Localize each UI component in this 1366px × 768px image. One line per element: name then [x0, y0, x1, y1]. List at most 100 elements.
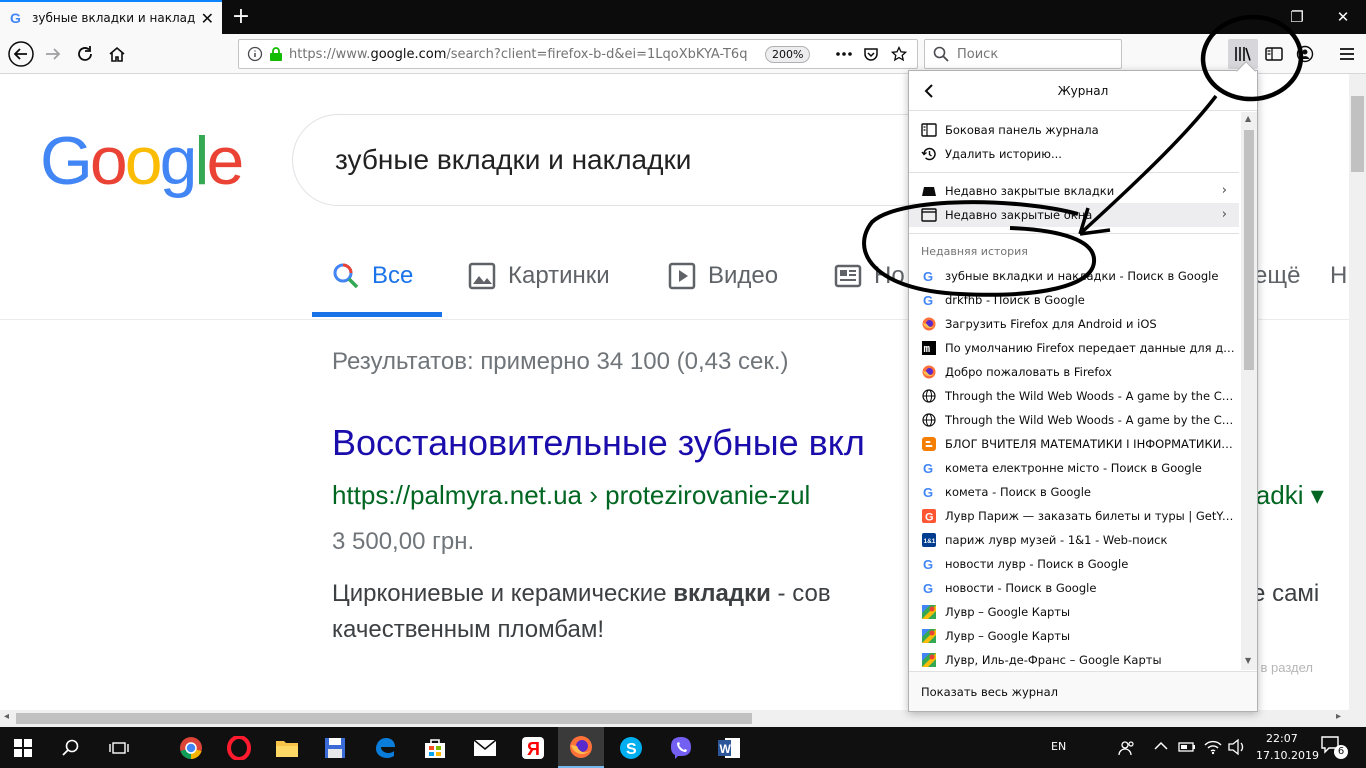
language-indicator[interactable]: EN: [1051, 740, 1066, 753]
back-button[interactable]: [6, 39, 36, 69]
history-item[interactable]: m По умолчанию Firefox передает данные дл…: [909, 336, 1239, 360]
taskbar-edge[interactable]: [362, 727, 408, 768]
history-item[interactable]: Through the Wild Web Woods - A game by t…: [909, 384, 1239, 408]
recently-closed-tabs-item[interactable]: Недавно закрытые вкладки ›: [909, 179, 1239, 203]
panel-header: Журнал: [909, 71, 1257, 111]
tab-images[interactable]: Картинки: [468, 256, 610, 296]
reload-button[interactable]: [70, 39, 100, 69]
history-item[interactable]: Загрузить Firefox для Android и iOS: [909, 312, 1239, 336]
search-bar[interactable]: [924, 39, 1122, 69]
restore-button[interactable]: ❐: [1274, 0, 1320, 34]
result-stats: Результатов: примерно 34 100 (0,43 сек.): [332, 348, 789, 375]
history-item[interactable]: Лувр, Иль-де-Франс – Google Карты: [909, 648, 1239, 672]
taskbar-search-button[interactable]: [48, 727, 94, 768]
horizontal-scroll-thumb[interactable]: [16, 713, 752, 724]
search-query-text[interactable]: зубные вкладки и накладки: [335, 144, 691, 176]
taskbar-yandex[interactable]: Я: [510, 727, 556, 768]
forward-button[interactable]: [38, 39, 68, 69]
google-search-box[interactable]: зубные вкладки и накладки: [292, 114, 992, 206]
history-item[interactable]: Gновости - Поиск в Google: [909, 576, 1239, 600]
sidebar-button[interactable]: [1259, 39, 1289, 69]
horizontal-scrollbar[interactable]: ◂ ▸: [0, 710, 1366, 727]
url-text[interactable]: https://www.google.com/search?client=fir…: [289, 47, 754, 62]
url-bar[interactable]: https://www.google.com/search?client=fir…: [238, 39, 918, 69]
1and1-favicon-icon: 1&1: [921, 532, 937, 548]
account-button[interactable]: [1290, 39, 1320, 69]
taskbar-viber[interactable]: [658, 727, 704, 768]
home-button[interactable]: [102, 39, 132, 69]
menu-button[interactable]: [1332, 39, 1362, 69]
taskbar-mail[interactable]: [462, 727, 508, 768]
people-icon[interactable]: [1118, 739, 1136, 757]
tab-news[interactable]: Но: [834, 256, 905, 296]
taskbar-file-explorer[interactable]: [264, 727, 310, 768]
history-item[interactable]: G Лувр Париж — заказать билеты и туры | G…: [909, 504, 1239, 528]
history-item[interactable]: БЛОГ ВЧИТЕЛЯ МАТЕМАТИКИ І ІНФОРМАТИКИ ..…: [909, 432, 1239, 456]
tab-settings[interactable]: Н: [1330, 256, 1347, 296]
history-item[interactable]: 1&1 париж лувр музей - 1&1 - Web-поиск: [909, 528, 1239, 552]
history-item[interactable]: Лувр – Google Карты: [909, 600, 1239, 624]
history-item[interactable]: Through the Wild Web Woods - A game by t…: [909, 408, 1239, 432]
result-url[interactable]: https://palmyra.net.ua › protezirovanie-…: [332, 480, 810, 511]
back-arrow-icon: [8, 41, 34, 67]
yandex-browser-icon: Я: [522, 736, 544, 759]
start-button[interactable]: [0, 727, 46, 768]
tab-all[interactable]: Все: [332, 256, 413, 296]
history-item[interactable]: Gкомета електронне місто - Поиск в Googl…: [909, 456, 1239, 480]
recently-closed-windows-item[interactable]: Недавно закрытые окна ›: [909, 203, 1239, 227]
taskbar-word[interactable]: W: [706, 727, 752, 768]
info-icon[interactable]: [247, 46, 263, 62]
tab-close-icon[interactable]: ✕: [201, 9, 214, 28]
chevron-up-icon[interactable]: [1154, 741, 1168, 751]
history-item[interactable]: Gdrkfhb - Поиск в Google: [909, 288, 1239, 312]
wifi-icon[interactable]: [1204, 739, 1222, 755]
result-price: 3 500,00 грн.: [332, 528, 475, 555]
clock-time[interactable]: 22:07: [1266, 732, 1298, 745]
scroll-right-icon[interactable]: ▸: [1336, 711, 1341, 722]
taskbar-chrome[interactable]: [168, 727, 214, 768]
taskbar-save-app[interactable]: [312, 727, 358, 768]
page-actions-icon[interactable]: [835, 47, 853, 61]
volume-icon[interactable]: [1228, 739, 1246, 755]
scroll-left-icon[interactable]: ◂: [4, 711, 9, 722]
google-logo[interactable]: Google: [40, 122, 244, 200]
svg-text:G: G: [923, 293, 933, 307]
taskbar-opera[interactable]: [216, 727, 262, 768]
scroll-down-icon[interactable]: ▼: [1245, 656, 1251, 665]
lock-icon[interactable]: [269, 46, 283, 62]
panel-scrollbar[interactable]: ▲ ▼: [1241, 112, 1257, 670]
new-tab-button[interactable]: +: [228, 4, 254, 30]
show-all-history-button[interactable]: Показать весь журнал: [909, 671, 1257, 711]
taskbar-skype[interactable]: S: [608, 727, 654, 768]
zoom-indicator[interactable]: 200%: [765, 46, 811, 63]
battery-icon[interactable]: [1178, 740, 1196, 754]
close-window-button[interactable]: ✕: [1320, 0, 1366, 34]
panel-back-button[interactable]: [919, 81, 939, 101]
minimize-button[interactable]: —: [1228, 0, 1274, 34]
task-view-button[interactable]: [96, 727, 142, 768]
history-sidebar-item[interactable]: Боковая панель журнала: [909, 118, 1239, 142]
clock-date[interactable]: 17.10.2019: [1256, 749, 1319, 762]
history-item[interactable]: Gзубные вкладки и накладки - Поиск в Goo…: [909, 264, 1239, 288]
scroll-up-icon[interactable]: ▲: [1245, 114, 1251, 123]
vertical-scroll-thumb[interactable]: [1351, 96, 1364, 172]
history-item[interactable]: Добро пожаловать в Firefox: [909, 360, 1239, 384]
bookmark-star-icon[interactable]: [891, 46, 907, 62]
history-item[interactable]: Gновости лувр - Поиск в Google: [909, 552, 1239, 576]
panel-scroll-thumb[interactable]: [1244, 130, 1254, 370]
tab-more[interactable]: ещё: [1254, 256, 1300, 296]
search-input[interactable]: [957, 46, 1117, 62]
tab-video[interactable]: Видео: [668, 256, 778, 296]
taskbar-firefox[interactable]: [558, 727, 604, 768]
action-center-button[interactable]: 6: [1320, 735, 1350, 761]
image-icon: [468, 262, 496, 290]
taskbar-store[interactable]: [412, 727, 458, 768]
result-title-link[interactable]: Восстановительные зубные вкл: [332, 422, 865, 464]
history-item[interactable]: Лувр – Google Карты: [909, 624, 1239, 648]
vertical-scrollbar[interactable]: [1349, 74, 1366, 710]
result-url-tail[interactable]: ladki ▾: [1250, 480, 1324, 511]
history-item[interactable]: Gкомета - Поиск в Google: [909, 480, 1239, 504]
clear-history-item[interactable]: Удалить историю...: [909, 142, 1239, 166]
active-tab[interactable]: G зубные вкладки и накладки - По ✕: [0, 0, 222, 34]
pocket-icon[interactable]: [863, 46, 879, 62]
